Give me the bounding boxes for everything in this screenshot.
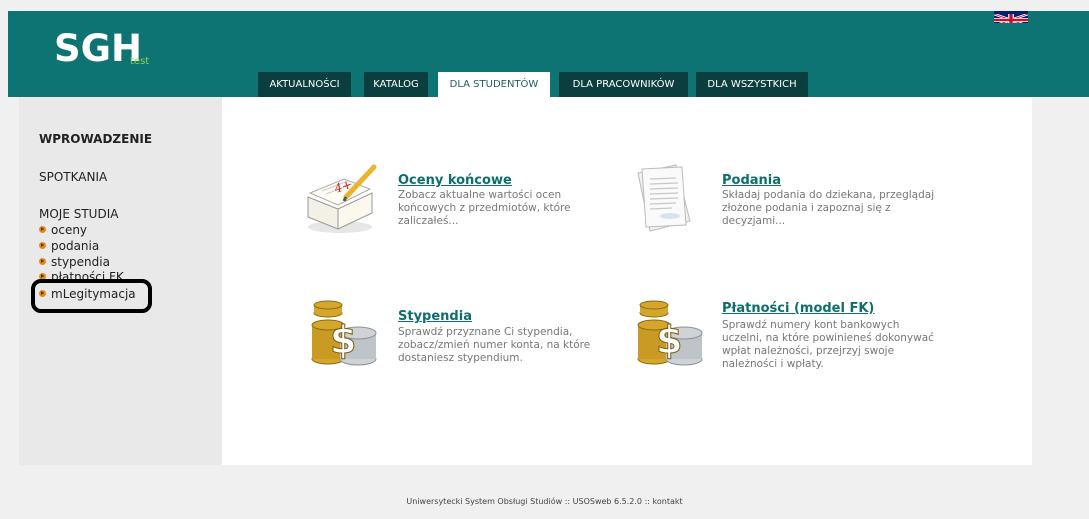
logo[interactable]: SGH xyxy=(54,30,142,67)
documents-icon[interactable] xyxy=(632,159,698,239)
tab-dla-wszystkich[interactable]: DLA WSZYSTKICH xyxy=(696,72,808,97)
tile-title-stypendia[interactable]: Stypendia xyxy=(398,309,472,324)
gradebook-icon[interactable]: 4+ xyxy=(302,159,380,241)
tile-title-platnosci[interactable]: Płatności (model FK) xyxy=(722,301,874,316)
highlight-annotation xyxy=(31,279,152,313)
sidebar-link-podania[interactable]: podania xyxy=(39,239,99,253)
main-content: 4+ Oceny końcowe Zobacz aktualne wartośc… xyxy=(222,97,1032,465)
sidebar-link-label: podania xyxy=(51,239,100,253)
sidebar-link-label: stypendia xyxy=(51,255,110,269)
coins-icon[interactable]: $ xyxy=(306,295,382,375)
tile-title-podania[interactable]: Podania xyxy=(722,173,781,188)
tile-desc-platnosci: Sprawdź numery kont bankowych uczelni, n… xyxy=(722,319,934,370)
bullet-icon xyxy=(39,226,46,233)
bullet-icon xyxy=(39,242,46,249)
sidebar-link-stypendia[interactable]: stypendia xyxy=(39,255,110,269)
coins-icon[interactable]: $ xyxy=(632,295,708,375)
sidebar-link-label: oceny xyxy=(51,223,88,237)
footer: Uniwersytecki System Obsługi Studiów :: … xyxy=(406,497,683,506)
sidebar-item-spotkania[interactable]: SPOTKANIA xyxy=(39,170,107,184)
tab-dla-pracownikow[interactable]: DLA PRACOWNIKÓW xyxy=(559,72,688,97)
tile-desc-stypendia: Sprawdź przyznane Ci stypendia, zobacz/z… xyxy=(398,326,591,364)
tab-katalog[interactable]: KATALOG xyxy=(364,72,428,97)
sidebar-item-moje-studia[interactable]: MOJE STUDIA xyxy=(39,207,118,221)
uk-flag-icon[interactable] xyxy=(994,11,1028,23)
tile-desc-oceny: Zobacz aktualne wartości ocen końcowych … xyxy=(398,189,571,227)
tab-aktualnosci[interactable]: AKTUALNOŚCI xyxy=(258,72,351,97)
sidebar-link-oceny[interactable]: oceny xyxy=(39,223,87,237)
svg-text:$: $ xyxy=(656,318,682,362)
bullet-icon xyxy=(39,258,46,265)
sidebar-item-wprowadzenie[interactable]: WPROWADZENIE xyxy=(39,132,152,146)
tile-title-oceny[interactable]: Oceny końcowe xyxy=(398,173,512,188)
logo-subtitle: test xyxy=(130,56,150,67)
tile-desc-podania: Składaj podania do dziekana, przeglądaj … xyxy=(722,189,935,227)
svg-text:$: $ xyxy=(330,318,356,362)
tab-dla-studentow[interactable]: DLA STUDENTÓW xyxy=(438,72,550,97)
